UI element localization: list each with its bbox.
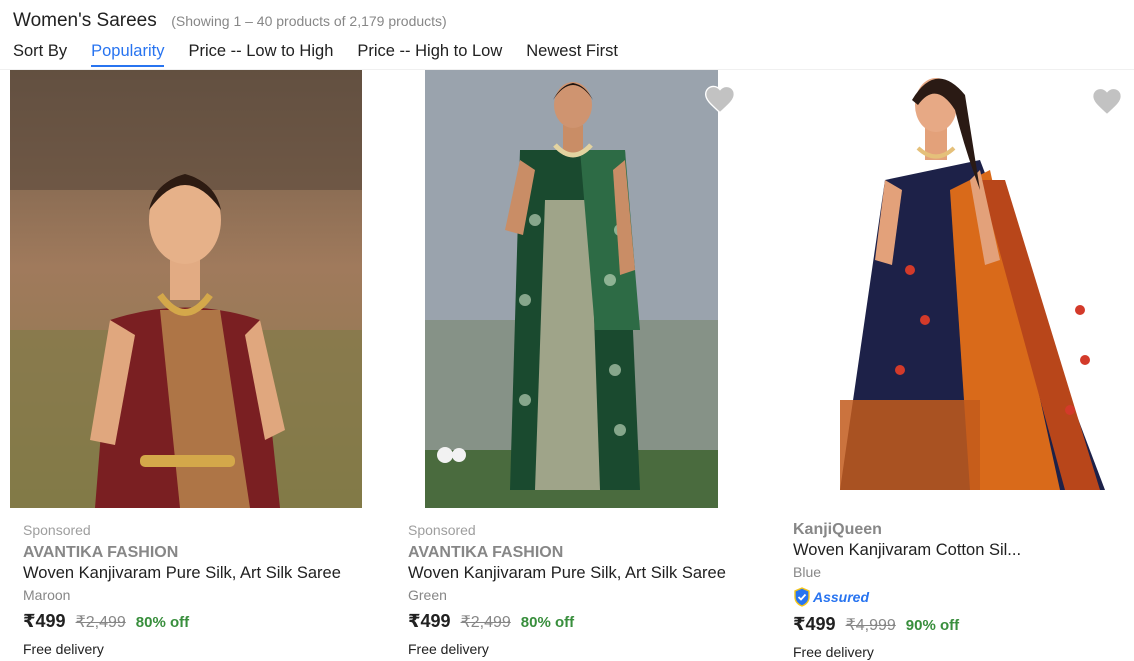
product-card[interactable]: KanjiQueen Woven Kanjivaram Cotton Sil..… bbox=[770, 70, 1134, 661]
results-count: (Showing 1 – 40 products of 2,179 produc… bbox=[171, 13, 447, 29]
product-image[interactable] bbox=[425, 70, 718, 508]
product-title[interactable]: Woven Kanjivaram Pure Silk, Art Silk Sar… bbox=[408, 564, 726, 583]
sort-option-price-low-high[interactable]: Price -- Low to High bbox=[188, 42, 333, 65]
page-header: Women's Sarees (Showing 1 – 40 products … bbox=[13, 10, 447, 32]
product-image[interactable] bbox=[830, 70, 1110, 500]
delivery-info: Free delivery bbox=[23, 641, 104, 657]
shield-check-icon bbox=[794, 587, 810, 607]
product-color: Maroon bbox=[23, 587, 71, 603]
assured-badge: Assured bbox=[793, 586, 1021, 608]
original-price: ₹2,499 bbox=[460, 614, 511, 631]
heart-icon[interactable] bbox=[1090, 86, 1124, 116]
brand-name: AVANTIKA FASHION bbox=[408, 544, 564, 561]
product-title[interactable]: Woven Kanjivaram Cotton Sil... bbox=[793, 541, 1021, 560]
selling-price: ₹499 bbox=[23, 611, 66, 631]
page-title: Women's Sarees bbox=[13, 10, 157, 31]
product-title[interactable]: Woven Kanjivaram Pure Silk, Art Silk Sar… bbox=[23, 564, 341, 583]
product-card[interactable]: Sponsored AVANTIKA FASHION Woven Kanjiva… bbox=[0, 70, 370, 661]
sort-option-popularity[interactable]: Popularity bbox=[91, 42, 165, 67]
price-row: ₹499 ₹4,999 90% off bbox=[793, 614, 1021, 635]
sort-option-price-high-low[interactable]: Price -- High to Low bbox=[357, 42, 502, 65]
selling-price: ₹499 bbox=[793, 614, 836, 634]
product-color: Blue bbox=[793, 564, 822, 580]
product-info: Sponsored AVANTIKA FASHION Woven Kanjiva… bbox=[408, 522, 726, 657]
discount-percent: 90% off bbox=[905, 617, 960, 634]
brand-name: KanjiQueen bbox=[793, 521, 882, 538]
delivery-info: Free delivery bbox=[408, 641, 489, 657]
price-row: ₹499 ₹2,499 80% off bbox=[23, 611, 341, 632]
product-info: KanjiQueen Woven Kanjivaram Cotton Sil..… bbox=[793, 521, 1021, 660]
price-row: ₹499 ₹2,499 80% off bbox=[408, 611, 726, 632]
original-price: ₹4,999 bbox=[845, 617, 896, 634]
sort-option-newest[interactable]: Newest First bbox=[526, 42, 618, 65]
discount-percent: 80% off bbox=[135, 614, 190, 631]
assured-label: Assured bbox=[813, 589, 870, 605]
brand-name: AVANTIKA FASHION bbox=[23, 544, 179, 561]
sponsored-label: Sponsored bbox=[408, 522, 476, 538]
product-card[interactable]: Sponsored AVANTIKA FASHION Woven Kanjiva… bbox=[385, 70, 755, 661]
product-image[interactable] bbox=[10, 70, 362, 508]
sort-bar: Sort By Popularity Price -- Low to High … bbox=[13, 42, 642, 67]
heart-icon[interactable] bbox=[703, 84, 737, 114]
sponsored-label: Sponsored bbox=[23, 522, 91, 538]
product-info: Sponsored AVANTIKA FASHION Woven Kanjiva… bbox=[23, 522, 341, 657]
original-price: ₹2,499 bbox=[75, 614, 126, 631]
discount-percent: 80% off bbox=[520, 614, 575, 631]
selling-price: ₹499 bbox=[408, 611, 451, 631]
sort-by-label: Sort By bbox=[13, 42, 68, 60]
delivery-info: Free delivery bbox=[793, 644, 874, 660]
product-color: Green bbox=[408, 587, 447, 603]
